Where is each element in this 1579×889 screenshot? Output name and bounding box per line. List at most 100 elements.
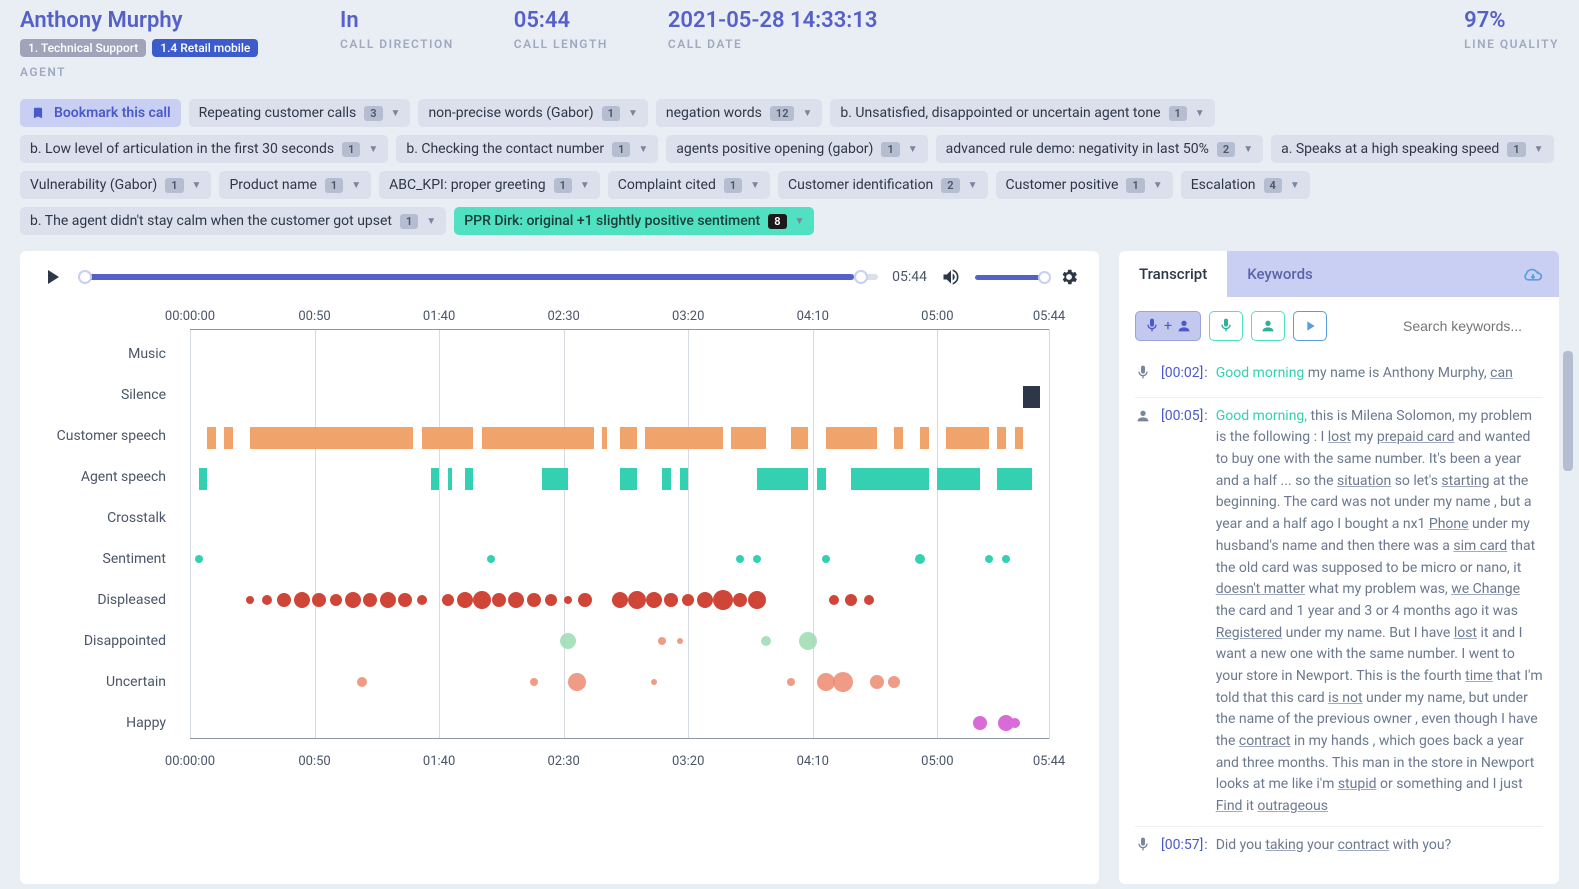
call-date-value: 2021-05-28 14:33:13 <box>668 8 878 33</box>
tab-keywords[interactable]: Keywords <box>1227 251 1333 297</box>
transcript-text: Good morning my name is Anthony Murphy, … <box>1216 363 1513 389</box>
tag-pill[interactable]: b. Low level of articulation in the firs… <box>20 135 388 163</box>
tag-pill[interactable]: a. Speaks at a high speaking speed 1 ▼ <box>1271 135 1553 163</box>
scrollbar-thumb[interactable] <box>1563 351 1573 471</box>
transcript-timestamp[interactable]: [00:02] <box>1161 363 1208 389</box>
cloud-download-icon[interactable] <box>1523 264 1543 284</box>
tag-pill[interactable]: Escalation 4 ▼ <box>1181 171 1310 199</box>
bar-segment <box>199 468 208 490</box>
data-dot <box>787 678 795 686</box>
bookmark-button[interactable]: Bookmark this call <box>20 99 181 127</box>
x-tick-bottom: 05:44 <box>1033 754 1065 769</box>
transcript-timestamp[interactable]: [00:05] <box>1161 406 1208 818</box>
data-dot <box>761 636 771 646</box>
tag-pill[interactable]: Customer identification 2 ▼ <box>778 171 987 199</box>
x-tick-bottom: 02:30 <box>547 754 579 769</box>
x-tick-top: 01:40 <box>423 309 455 324</box>
x-tick-top: 04:10 <box>797 309 829 324</box>
transcript-timestamp[interactable]: [00:57] <box>1161 835 1208 861</box>
tag-pill[interactable]: ABC_KPI: proper greeting 1 ▼ <box>379 171 600 199</box>
tag-pill[interactable]: Repeating customer calls 3 ▼ <box>189 99 411 127</box>
data-dot <box>530 678 538 686</box>
chevron-down-icon: ▼ <box>351 180 361 191</box>
data-dot <box>442 594 454 606</box>
tag-count: 1 <box>1126 178 1144 193</box>
bookmark-icon <box>30 106 46 120</box>
chevron-down-icon: ▼ <box>802 108 812 119</box>
x-tick-top: 00:50 <box>298 309 330 324</box>
data-dot <box>646 592 662 608</box>
person-icon <box>1135 406 1153 818</box>
data-dot <box>845 594 857 606</box>
keyword-search-input[interactable] <box>1403 318 1543 334</box>
data-dot <box>736 555 744 563</box>
tag-count: 2 <box>1217 142 1235 157</box>
data-dot <box>277 593 291 607</box>
tag-pill[interactable]: b. Checking the contact number 1 ▼ <box>396 135 658 163</box>
volume-slider[interactable] <box>975 275 1045 280</box>
tag-pill[interactable]: Product name 1 ▼ <box>219 171 371 199</box>
filter-both-button[interactable]: + <box>1135 311 1201 341</box>
bar-segment <box>791 427 808 449</box>
tag-count: 4 <box>1264 178 1282 193</box>
tag-pill[interactable]: Customer positive 1 ▼ <box>996 171 1173 199</box>
data-dot <box>560 633 576 649</box>
data-dot <box>417 595 427 605</box>
tag-pill[interactable]: non-precise words (Gabor) 1 ▼ <box>418 99 647 127</box>
tag-label: Product name <box>229 177 316 193</box>
tag-pill[interactable]: b. Unsatisfied, disappointed or uncertai… <box>830 99 1214 127</box>
headset-icon <box>1135 363 1153 389</box>
tag-pill[interactable]: negation words 12 ▼ <box>656 99 823 127</box>
tag-pill[interactable]: advanced rule demo: negativity in last 5… <box>936 135 1263 163</box>
tag-count: 1 <box>724 178 742 193</box>
tag-label: non-precise words (Gabor) <box>428 105 593 121</box>
chevron-down-icon: ▼ <box>368 144 378 155</box>
filter-autoplay-button[interactable] <box>1293 311 1327 341</box>
tag-count: 1 <box>1507 142 1525 157</box>
play-button[interactable] <box>40 265 64 289</box>
progress-bar[interactable] <box>78 274 878 280</box>
tag-pill[interactable]: agents positive opening (gabor) 1 ▼ <box>666 135 927 163</box>
data-dot <box>888 676 900 688</box>
bar-segment <box>920 427 929 449</box>
volume-icon[interactable] <box>941 267 961 287</box>
filter-customer-button[interactable] <box>1251 311 1285 341</box>
bar-segment <box>826 427 878 449</box>
bar-segment <box>620 468 637 490</box>
transcript-text: Did you taking your contract with you? <box>1216 835 1452 861</box>
data-dot <box>628 591 646 609</box>
tab-transcript[interactable]: Transcript <box>1119 251 1227 297</box>
bar-segment <box>542 468 568 490</box>
tag-label: a. Speaks at a high speaking speed <box>1281 141 1499 157</box>
data-dot <box>487 555 495 563</box>
tag-count: 1 <box>881 142 899 157</box>
data-dot <box>363 593 377 607</box>
tag-count: 1 <box>602 106 620 121</box>
bar-segment <box>250 427 413 449</box>
data-dot <box>829 595 839 605</box>
transcript-row: [00:05] Good morning, this is Milena Sol… <box>1135 397 1543 826</box>
tag-pill[interactable]: Complaint cited 1 ▼ <box>608 171 770 199</box>
bar-segment <box>757 468 809 490</box>
data-dot <box>330 594 342 606</box>
agent-tag: 1.4 Retail mobile <box>152 39 258 57</box>
tag-label: agents positive opening (gabor) <box>676 141 873 157</box>
tag-pill[interactable]: PPR Dirk: original +1 slightly positive … <box>454 207 814 235</box>
tag-pill[interactable]: b. The agent didn't stay calm when the c… <box>20 207 446 235</box>
agent-label: AGENT <box>20 65 280 79</box>
data-dot <box>578 593 592 607</box>
data-dot <box>612 592 628 608</box>
bar-segment <box>937 468 980 490</box>
data-dot <box>799 632 817 650</box>
data-dot <box>457 592 473 608</box>
filter-agent-button[interactable] <box>1209 311 1243 341</box>
data-dot <box>651 679 657 685</box>
settings-icon[interactable] <box>1059 267 1079 287</box>
tag-count: 1 <box>1169 106 1187 121</box>
tag-pill[interactable]: Vulnerability (Gabor) 1 ▼ <box>20 171 211 199</box>
chevron-down-icon: ▼ <box>391 108 401 119</box>
chevron-down-icon: ▼ <box>1153 180 1163 191</box>
tag-count: 12 <box>770 106 795 121</box>
audio-player: 05:44 <box>40 265 1079 289</box>
data-dot <box>658 637 666 645</box>
